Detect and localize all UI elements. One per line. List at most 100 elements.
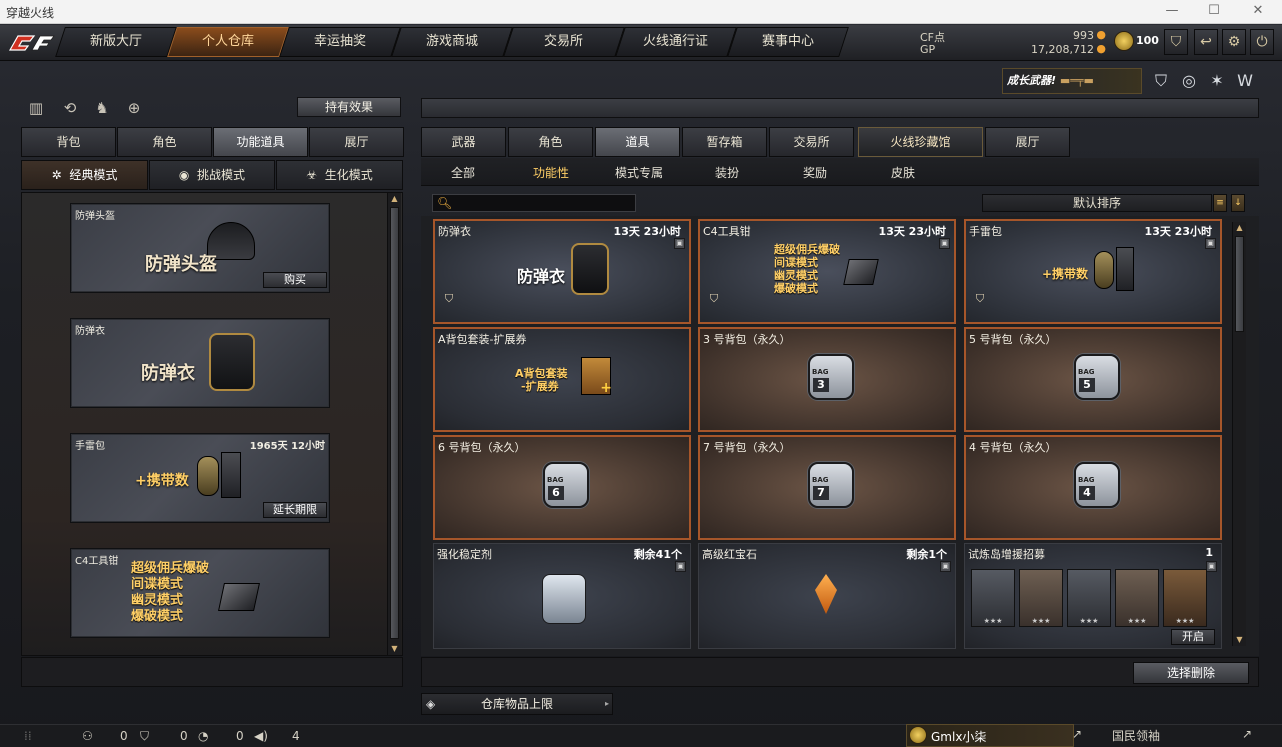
character-icon[interactable]: ♞ bbox=[92, 98, 112, 118]
pouch-icon bbox=[1116, 247, 1134, 291]
nav-tab-pass[interactable]: 火线通行证 bbox=[615, 27, 737, 57]
owned-effects-button[interactable]: 持有效果 bbox=[297, 97, 401, 117]
globe-icon[interactable]: ◎ bbox=[1178, 70, 1200, 92]
username: Gmlx小柒 bbox=[931, 730, 987, 744]
subtab-skin[interactable]: 皮肤 bbox=[891, 164, 915, 181]
biohazard-icon: ☣ bbox=[306, 168, 318, 182]
chat-icon[interactable]: ◔ bbox=[198, 729, 208, 743]
growth-weapon-banner[interactable]: 成长武器! ▬═╤▬ bbox=[1002, 68, 1142, 94]
status-count-chat: 0 bbox=[236, 729, 244, 743]
speaker-icon[interactable]: ◀) bbox=[254, 729, 268, 743]
ranking-icon[interactable]: ▥ bbox=[26, 98, 46, 118]
left-tab-backpack[interactable]: 背包 bbox=[21, 127, 116, 157]
select-delete-button[interactable]: 选择删除 bbox=[1133, 662, 1249, 684]
backpack-icon: BAG 7 bbox=[808, 462, 854, 508]
item-card-ruby[interactable]: 高级红宝石 剩余1个 ▣ bbox=[698, 543, 956, 649]
item-card-armor[interactable]: 防弹衣 13天 23小时 ▣ 防弹衣 ⛉ bbox=[433, 219, 691, 324]
right-tab-exchange[interactable]: 交易所 bbox=[769, 127, 854, 157]
item-card-backpack-coupon[interactable]: A背包套装-扩展券 A背包套装 -扩展券 + bbox=[433, 327, 691, 432]
sort-order-icon[interactable]: ↓ bbox=[1231, 194, 1245, 212]
wing-icon[interactable]: W bbox=[1234, 70, 1256, 92]
right-tab-items[interactable]: 道具 bbox=[595, 127, 680, 157]
scroll-down-icon[interactable]: ▼ bbox=[1233, 634, 1246, 646]
badge-shield-icon[interactable]: ⛉ bbox=[1150, 70, 1172, 92]
power-icon[interactable]: ⏻ bbox=[1250, 29, 1274, 55]
scroll-down-icon[interactable]: ▼ bbox=[388, 643, 401, 655]
right-scrollbar[interactable]: ▲ ▼ bbox=[1232, 222, 1246, 646]
list-view-icon[interactable]: ≡ bbox=[1213, 194, 1227, 212]
item-card-recruit[interactable]: 试炼岛增援招募 1 ▣ ★★★ ★★★ ★★★ ★★★ ★★★ 开启 bbox=[964, 543, 1222, 649]
scroll-up-icon[interactable]: ▲ bbox=[1233, 222, 1246, 234]
left-scroll-thumb[interactable] bbox=[390, 207, 399, 639]
maximize-icon[interactable]: ☐ bbox=[1204, 3, 1224, 18]
refresh-icon[interactable]: ⟲ bbox=[60, 98, 80, 118]
sort-dropdown[interactable]: 默认排序 bbox=[982, 194, 1212, 212]
right-tab-storage[interactable]: 暂存箱 bbox=[682, 127, 767, 157]
right-tab-showroom[interactable]: 展厅 bbox=[985, 127, 1070, 157]
subtab-all[interactable]: 全部 bbox=[451, 164, 475, 181]
grenade-icon bbox=[1094, 251, 1114, 289]
return-icon[interactable]: ↩ bbox=[1194, 29, 1218, 55]
item-card-backpack-5[interactable]: 5 号背包（永久） BAG 5 bbox=[964, 327, 1222, 432]
classic-mode-icon: ✲ bbox=[51, 168, 62, 182]
warehouse-capacity-button[interactable]: ◈ 仓库物品上限 ▸ bbox=[421, 693, 613, 715]
scroll-up-icon[interactable]: ▲ bbox=[388, 193, 401, 205]
search-input[interactable]: 🔍︎ bbox=[432, 194, 636, 212]
lock-icon: ▣ bbox=[675, 561, 686, 572]
subtab-outfit[interactable]: 装扮 bbox=[715, 164, 739, 181]
nav-tab-shop[interactable]: 游戏商城 bbox=[391, 27, 513, 57]
item-card-backpack-3[interactable]: 3 号背包（永久） BAG 3 bbox=[698, 327, 956, 432]
right-scroll-thumb[interactable] bbox=[1235, 236, 1244, 332]
left-tab-showroom[interactable]: 展厅 bbox=[309, 127, 404, 157]
close-icon[interactable]: ✕ bbox=[1248, 3, 1268, 18]
left-tab-functional[interactable]: 功能道具 bbox=[213, 127, 308, 157]
user-badge[interactable]: Gmlx小柒 bbox=[906, 724, 1074, 747]
right-tab-character[interactable]: 角色 bbox=[508, 127, 593, 157]
popout-icon[interactable]: ↗ bbox=[1072, 727, 1082, 741]
left-tab-character[interactable]: 角色 bbox=[117, 127, 212, 157]
left-slot-c4-pliers[interactable]: C4工具钳 超级佣兵爆破 间谍模式 幽灵模式 爆破模式 bbox=[70, 548, 330, 638]
open-button[interactable]: 开启 bbox=[1171, 629, 1215, 645]
mouse-icon[interactable]: ⊕ bbox=[124, 98, 144, 118]
minimize-icon[interactable]: — bbox=[1162, 3, 1182, 18]
status-count-shield: 0 bbox=[180, 729, 188, 743]
vest-icon bbox=[209, 333, 255, 391]
cf-coin-icon: ● bbox=[1096, 28, 1106, 41]
right-tab-weapon[interactable]: 武器 bbox=[421, 127, 506, 157]
subtab-mode-exclusive[interactable]: 模式专属 bbox=[615, 164, 663, 181]
left-footer bbox=[21, 657, 403, 687]
item-card-grenade-pack[interactable]: 手雷包 13天 23小时 ▣ +携带数 ⛉ bbox=[964, 219, 1222, 324]
nav-tab-lottery[interactable]: 幸运抽奖 bbox=[279, 27, 401, 57]
rifle-icon: ▬═╤▬ bbox=[1059, 74, 1094, 87]
search-icon: 🔍︎ bbox=[437, 196, 453, 210]
left-scrollbar[interactable]: ▲ ▼ bbox=[387, 193, 401, 655]
vest-icon bbox=[571, 243, 609, 295]
item-card-stabilizer[interactable]: 强化稳定剂 剩余41个 ▣ bbox=[433, 543, 691, 649]
subtab-functional[interactable]: 功能性 bbox=[533, 164, 569, 181]
item-card-c4-pliers[interactable]: C4工具钳 13天 23小时 ▣ 超级佣兵爆破 间谍模式 幽灵模式 爆破模式 ⛉ bbox=[698, 219, 956, 324]
mode-tab-challenge[interactable]: ◉ 挑战模式 bbox=[149, 160, 275, 190]
mode-tab-classic[interactable]: ✲ 经典模式 bbox=[21, 160, 148, 190]
lock-icon: ▣ bbox=[1205, 238, 1216, 249]
item-card-backpack-7[interactable]: 7 号背包（永久） BAG 7 bbox=[698, 435, 956, 540]
shield-icon[interactable]: ⛉ bbox=[1164, 29, 1188, 55]
settings-gear-icon[interactable]: ⚙ bbox=[1222, 29, 1246, 55]
subtab-reward[interactable]: 奖励 bbox=[803, 164, 827, 181]
right-tab-collection[interactable]: 火线珍藏馆 bbox=[858, 127, 983, 157]
nav-tab-lobby[interactable]: 新版大厅 bbox=[55, 27, 177, 57]
left-slot-helmet[interactable]: 防弹头盔 防弹头盔 购买 bbox=[70, 203, 330, 293]
nav-tab-events[interactable]: 赛事中心 bbox=[727, 27, 849, 57]
game-window: 穿越火线 — ☐ ✕ 新版大厅 个人仓库 幸运抽奖 游戏商城 交易所 火线通行证… bbox=[0, 0, 1282, 747]
item-card-backpack-6[interactable]: 6 号背包（永久） BAG 6 bbox=[433, 435, 691, 540]
mode-tab-zombie[interactable]: ☣ 生化模式 bbox=[276, 160, 403, 190]
extend-period-button[interactable]: 延长期限 bbox=[263, 502, 327, 518]
popout-icon[interactable]: ↗ bbox=[1242, 727, 1252, 741]
team-icon: ⚇ bbox=[82, 729, 93, 743]
nav-tab-warehouse[interactable]: 个人仓库 bbox=[167, 27, 289, 57]
star-icon[interactable]: ✶ bbox=[1206, 70, 1228, 92]
buy-button[interactable]: 购买 bbox=[263, 272, 327, 288]
left-slot-grenade-pack[interactable]: 手雷包 1965天 12小时 +携带数 延长期限 bbox=[70, 433, 330, 523]
nav-tab-exchange[interactable]: 交易所 bbox=[503, 27, 625, 57]
left-slot-armor[interactable]: 防弹衣 防弹衣 bbox=[70, 318, 330, 408]
item-card-backpack-4[interactable]: 4 号背包（永久） BAG 4 bbox=[964, 435, 1222, 540]
